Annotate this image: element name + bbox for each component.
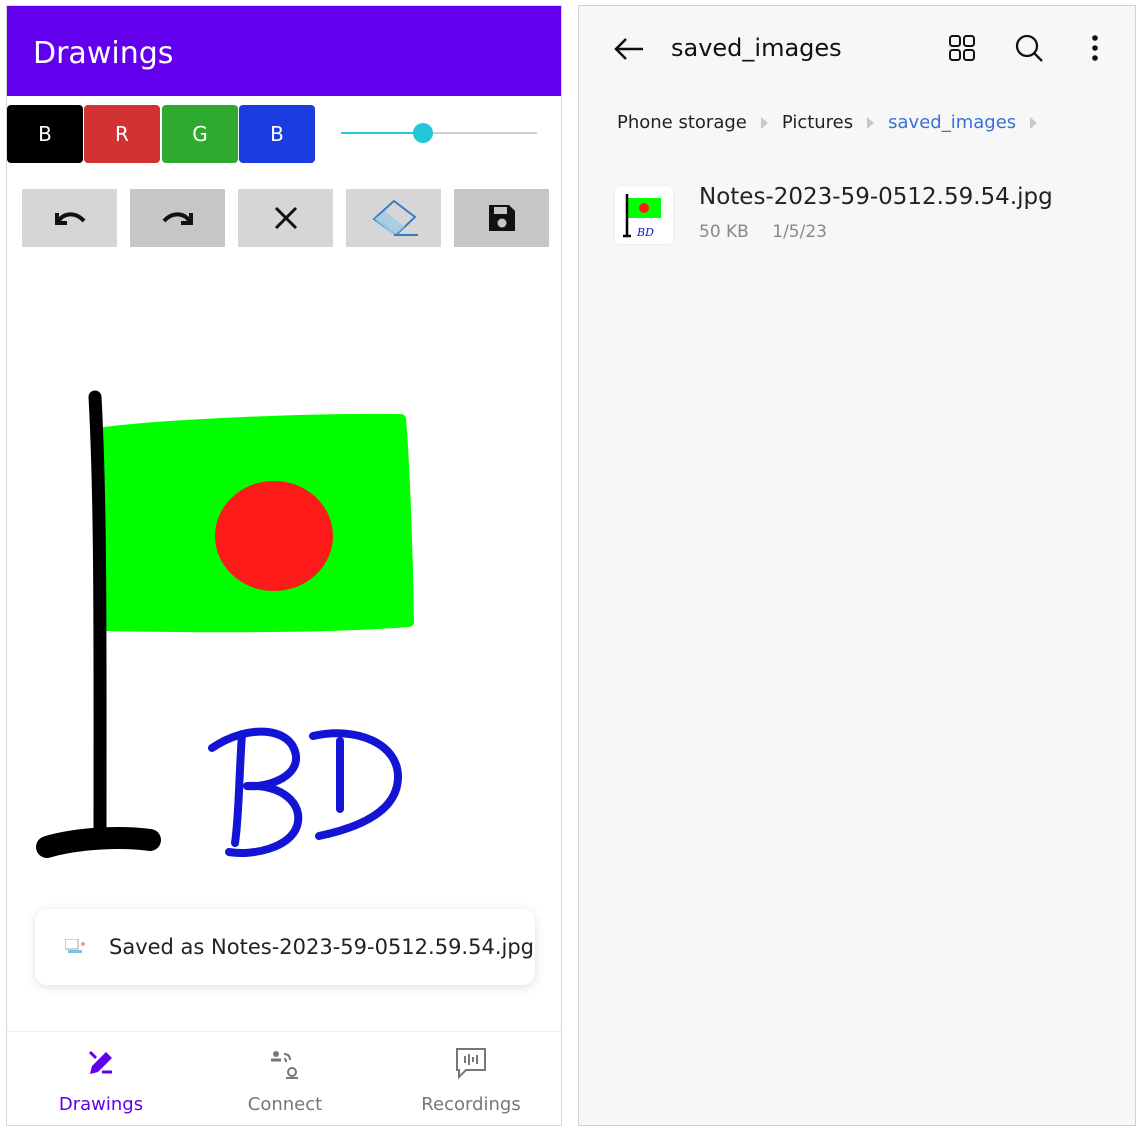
undo-button[interactable] [22,189,117,247]
flag-thumbnail-icon: BD [623,194,661,239]
breadcrumb-phone-storage[interactable]: Phone storage [617,112,747,133]
clear-button[interactable] [238,189,333,247]
file-manager-screen: saved_images Phone storage Pictures save… [578,5,1136,1126]
app-bar: Drawings [7,6,561,96]
breadcrumb-saved-images[interactable]: saved_images [888,112,1016,133]
drawing-canvas[interactable] [7,256,562,906]
redo-button[interactable] [130,189,225,247]
save-icon [488,205,515,231]
back-arrow-icon[interactable] [613,36,645,62]
pen-icon [88,1050,112,1074]
nav-connect-label: Connect [247,1094,323,1115]
search-icon[interactable] [1014,33,1044,63]
close-icon [274,206,297,230]
nav-drawings-label: Drawings [58,1094,144,1115]
eraser-icon [371,199,418,237]
nav-recordings-label: Recordings [421,1094,521,1115]
breadcrumb-pictures[interactable]: Pictures [782,112,853,133]
flag-pole-base [36,827,161,858]
folder-title: saved_images [671,34,842,62]
flag-red-disc [215,481,333,591]
nav-drawings[interactable]: Drawings [21,1046,181,1125]
app-logo-icon [65,939,85,953]
svg-text:BD: BD [636,226,654,239]
slider-fill [341,132,424,134]
recordings-icon [456,1048,486,1080]
brush-size-slider[interactable] [341,123,537,143]
grid-view-icon[interactable] [948,34,976,62]
file-name: Notes-2023-59-0512.59.54.jpg [699,184,1053,210]
eraser-button[interactable] [346,189,441,247]
bottom-navigation: Drawings Connect Recordings [7,1031,561,1125]
nav-recordings[interactable]: Recordings [391,1046,551,1125]
file-date: 1/5/23 [772,222,827,242]
color-blue-button[interactable]: B [239,105,315,163]
undo-icon [54,212,85,225]
toast-message: Saved as Notes-2023-59-0512.59.54.jpg [109,935,534,959]
breadcrumb: Phone storage Pictures saved_images [617,112,1051,133]
file-meta: 50 KB 1/5/23 [699,222,827,242]
flag-pole [88,390,107,843]
color-red-button[interactable]: R [84,105,160,163]
save-button[interactable] [454,189,549,247]
file-size: 50 KB [699,222,749,242]
color-black-button[interactable]: B [7,105,83,163]
breadcrumb-separator-icon [867,116,875,129]
more-vert-icon[interactable] [1088,34,1102,64]
saved-toast: Saved as Notes-2023-59-0512.59.54.jpg [35,909,535,985]
app-title: Drawings [33,36,174,71]
redo-icon [162,212,193,225]
slider-thumb[interactable] [413,123,434,143]
file-thumbnail: BD [615,186,673,244]
breadcrumb-separator-icon [760,116,768,129]
color-green-button[interactable]: G [162,105,238,163]
breadcrumb-separator-icon [1030,116,1038,129]
drawing-app-screen: Drawings B R G B Saved as Notes-2023-59-… [6,5,562,1126]
nav-connect[interactable]: Connect [205,1046,365,1125]
bd-handwriting [208,727,403,857]
connect-icon [271,1051,298,1079]
file-list-item[interactable]: BD Notes-2023-59-0512.59.54.jpg 50 KB 1/… [611,178,1111,258]
